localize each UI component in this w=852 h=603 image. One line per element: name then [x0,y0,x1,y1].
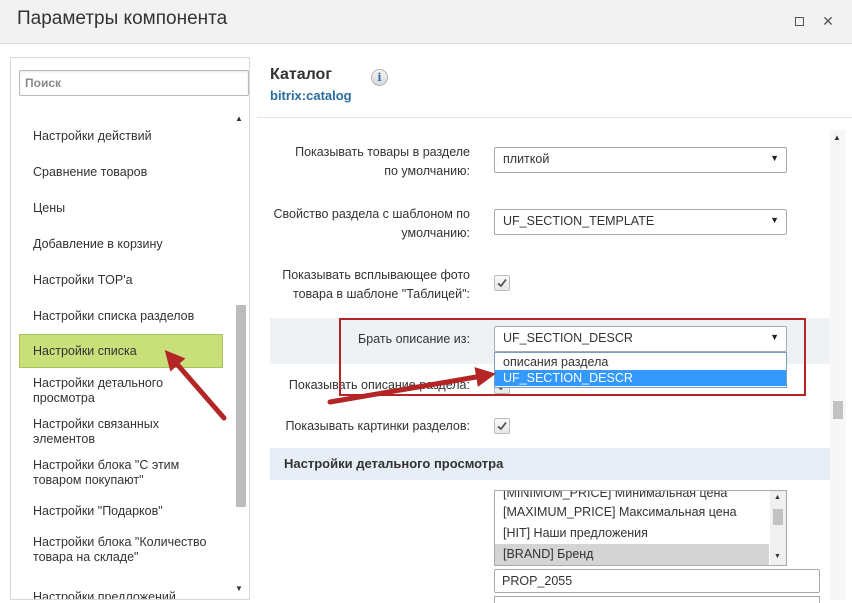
sidebar-item-prices[interactable]: Цены [19,201,223,216]
close-icon[interactable]: ✕ [821,14,835,28]
check-icon [497,278,507,288]
sidebar-item-bought-with[interactable]: Настройки блока "С этим товаром покупают… [19,458,223,488]
scroll-down-icon[interactable]: ▼ [235,584,243,593]
sidebar-item-detail-view[interactable]: Настройки детального просмотра [19,376,223,406]
show-section-pictures-label: Показывать картинки разделов: [285,419,470,433]
maximize-icon[interactable] [792,14,806,28]
page-title: Каталог [270,66,332,83]
prop-input-next[interactable] [494,596,820,603]
show-goods-value: плиткой [503,152,550,166]
list-item-selected[interactable]: [BRAND] Бренд [495,544,769,565]
scrollbar-thumb[interactable] [236,305,246,507]
search-input[interactable] [19,70,249,96]
check-icon [497,421,507,431]
scrollbar-thumb[interactable] [773,509,783,525]
show-section-pictures-checkbox[interactable] [494,418,510,434]
list-item[interactable]: [MAXIMUM_PRICE] Максимальная цена [495,502,769,523]
chevron-down-icon: ▼ [770,153,779,163]
popup-photo-checkbox[interactable] [494,275,510,291]
section-template-value: UF_SECTION_TEMPLATE [503,214,655,228]
section-header-detail-view: Настройки детального просмотра [270,448,830,480]
chevron-down-icon: ▼ [770,215,779,225]
scroll-down-icon[interactable]: ▼ [774,553,781,560]
prop-input[interactable] [494,569,820,593]
info-icon[interactable]: i [371,69,388,86]
list-item[interactable]: [HIT] Наши предложения [495,523,769,544]
sidebar-item-offers[interactable]: Настройки предложений [19,590,223,599]
sidebar-item-actions[interactable]: Настройки действий [19,129,223,144]
sidebar-item-list-settings[interactable]: Настройки списка [19,334,223,368]
window-titlebar: Параметры компонента ✕ [0,0,852,44]
divider [257,117,852,118]
show-goods-select[interactable]: плиткой ▼ [494,147,787,173]
section-template-label: Свойство раздела с шаблоном по умолчанию… [273,207,470,240]
scroll-up-icon[interactable]: ▲ [235,114,243,123]
sidebar-item-top[interactable]: Настройки TOP'а [19,273,223,288]
window-title: Параметры компонента [17,8,228,29]
sidebar: Настройки действий Сравнение товаров Цен… [10,57,250,600]
main-scrollbar[interactable]: ▲ [830,130,846,600]
sidebar-item-related[interactable]: Настройки связанных элементов [19,417,223,447]
component-code: bitrix:catalog [270,88,352,103]
sidebar-item-stock[interactable]: Настройки блока "Количество товара на ск… [19,535,223,565]
scroll-up-icon[interactable]: ▲ [774,494,781,501]
popup-photo-label: Показывать всплывающее фото товара в шаб… [282,268,470,301]
sidebar-item-add-to-cart[interactable]: Добавление в корзину [19,237,223,252]
sidebar-item-section-list[interactable]: Настройки списка разделов [19,309,223,324]
section-template-select[interactable]: UF_SECTION_TEMPLATE ▼ [494,209,787,235]
detail-properties-listbox[interactable]: [MINIMUM_PRICE] Минимальная цена [MAXIMU… [494,490,787,566]
scrollbar-thumb[interactable] [833,401,843,419]
annotation-highlight-box [339,318,806,396]
sidebar-item-gifts[interactable]: Настройки "Подарков" [19,504,223,519]
scroll-up-icon[interactable]: ▲ [833,133,841,142]
show-goods-label: Показывать товары в разделе по умолчанию… [295,145,470,178]
listbox-scrollbar[interactable]: ▲ ▼ [770,491,786,565]
sidebar-scrollbar[interactable]: ▲ ▼ [233,110,247,598]
sidebar-item-compare[interactable]: Сравнение товаров [19,165,223,180]
